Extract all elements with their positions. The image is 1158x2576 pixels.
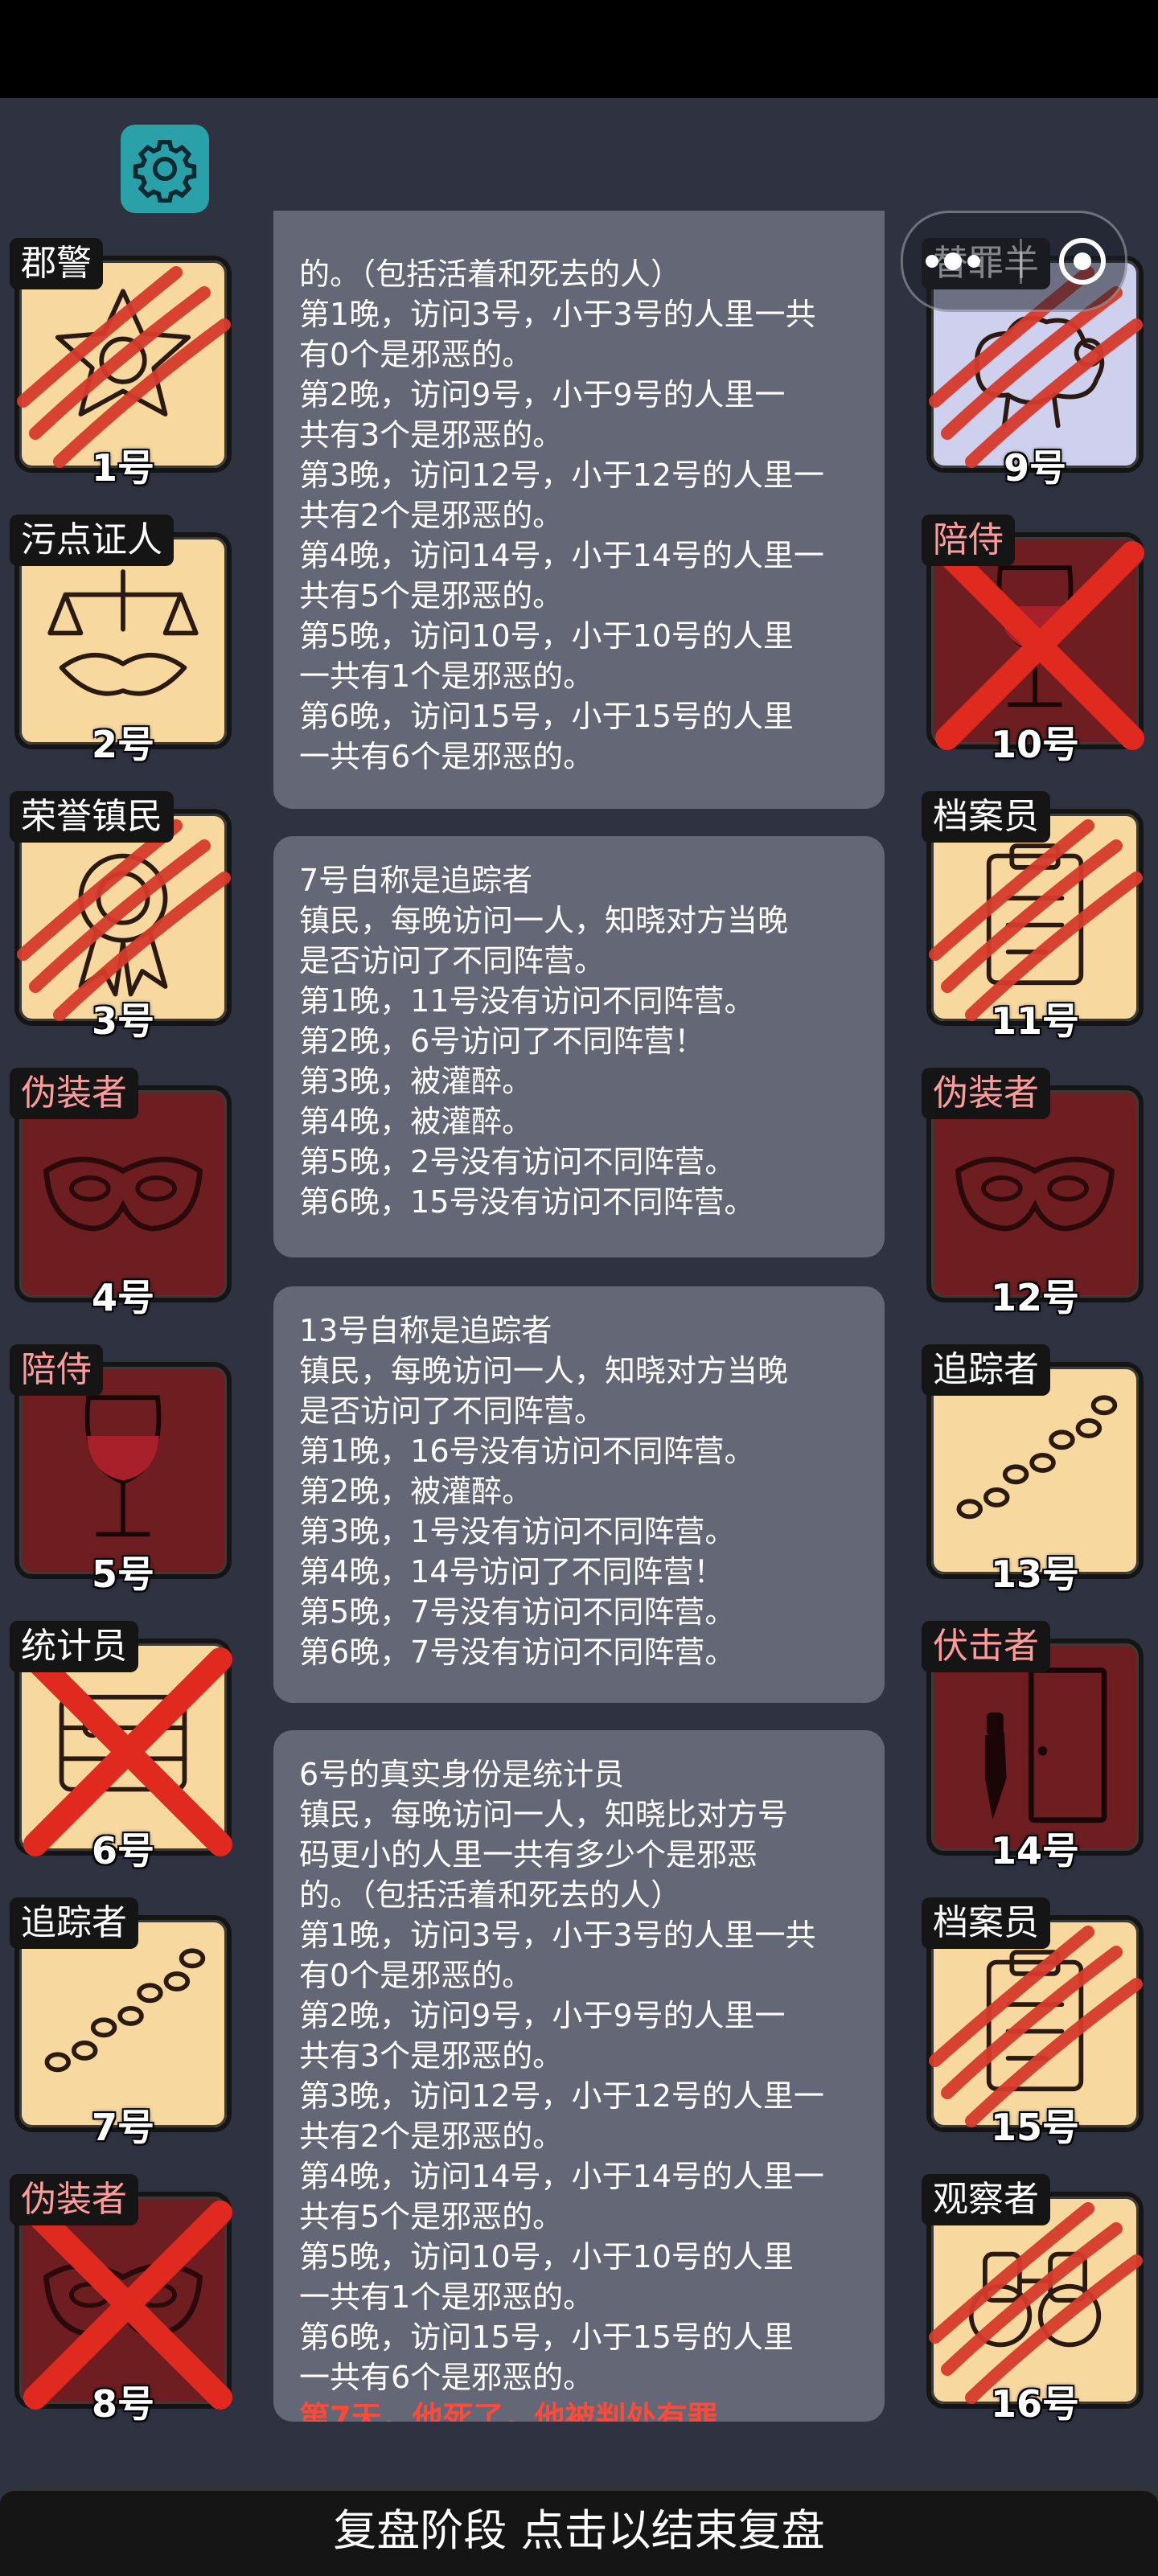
message-line: 的。（包括活着和死去的人）: [299, 1877, 682, 1913]
message-box: 6号的真实身份是统计员镇民，每晚访问一人，知晓比对方号 码更小的人里一共有多少个是…: [273, 1730, 885, 2422]
message-line: 共有3个是邪恶的。: [299, 2038, 564, 2074]
message-line: 第3晚，1号没有访问不同阵营。: [299, 1514, 736, 1549]
message-line: 第6晚，7号没有访问不同阵营。: [299, 1635, 736, 1670]
review-log: 的。（包括活着和死去的人） 第1晚，访问3号，小于3号的人里一共 有0个是邪恶的。第…: [0, 0, 1158, 2573]
message-line: 第6晚，15号没有访问不同阵营。: [299, 1184, 755, 1220]
close-target-icon[interactable]: [1057, 236, 1108, 287]
message-box: 7号自称是追踪者镇民，每晚访问一人，知晓对方当晚 是否访问了不同阵营。第1晚，11…: [273, 836, 885, 1257]
message-line: 有0个是邪恶的。: [299, 1958, 533, 1993]
message-line: 共有3个是邪恶的。: [299, 417, 564, 453]
message-line: 第1晚，访问3号，小于3号的人里一共: [299, 1918, 816, 1953]
message-line: 码更小的人里一共有多少个是邪恶: [299, 1837, 758, 1873]
message-line: 镇民，每晚访问一人，知晓对方当晚: [299, 1353, 789, 1388]
message-line: 一共有1个是邪恶的。: [299, 2279, 594, 2315]
message-line: 第2晚，被灌醉。: [299, 1474, 533, 1509]
message-line: 第3晚，被灌醉。: [299, 1064, 533, 1099]
more-icon[interactable]: [921, 249, 985, 273]
message-line: 的。（包括活着和死去的人）: [299, 256, 682, 292]
message-line: 第6晚，访问15号，小于15号的人里: [299, 699, 794, 734]
message-line: 第3晚，访问12号，小于12号的人里一: [299, 2078, 824, 2114]
message-line: 第4晚，访问14号，小于14号的人里一: [299, 2159, 824, 2194]
message-line: 是否访问了不同阵营。: [299, 943, 606, 978]
message-line: 一共有6个是邪恶的。: [299, 2360, 594, 2395]
message-line: 13号自称是追踪者: [299, 1313, 552, 1348]
message-line: 6号的真实身份是统计员: [299, 1757, 625, 1792]
menu-capsule[interactable]: [901, 211, 1127, 312]
message-line: 第4晚，访问14号，小于14号的人里一: [299, 538, 824, 573]
message-line: 第2晚，6号访问了不同阵营！: [299, 1023, 705, 1059]
message-line: 第1晚，16号没有访问不同阵营。: [299, 1434, 755, 1469]
message-line: 第3晚，访问12号，小于12号的人里一: [299, 457, 824, 493]
message-line: 镇民，每晚访问一人，知晓比对方号: [299, 1797, 789, 1832]
message-line: 一共有6个是邪恶的。: [299, 739, 594, 774]
message-line: 共有2个是邪恶的。: [299, 498, 564, 533]
message-line: 第5晚，2号没有访问不同阵营。: [299, 1144, 736, 1179]
message-line: 第2晚，访问9号，小于9号的人里一: [299, 1998, 786, 2033]
message-line: 第4晚，14号访问了不同阵营！: [299, 1554, 725, 1589]
message-line: 第5晚，访问10号，小于10号的人里: [299, 2239, 794, 2275]
message-line: 第4晚，被灌醉。: [299, 1104, 533, 1139]
message-line: 第6晚，访问15号，小于15号的人里: [299, 2320, 794, 2355]
message-line: 第1晚，11号没有访问不同阵营。: [299, 983, 755, 1019]
end-review-button[interactable]: 复盘阶段 点击以结束复盘: [0, 2488, 1158, 2576]
message-line: 共有5个是邪恶的。: [299, 2199, 564, 2234]
message-line: 第2晚，访问9号，小于9号的人里一: [299, 377, 786, 412]
message-line: 一共有1个是邪恶的。: [299, 658, 594, 694]
message-line: 有0个是邪恶的。: [299, 337, 533, 372]
message-line: 镇民，每晚访问一人，知晓对方当晚: [299, 903, 789, 938]
message-line: 第5晚，7号没有访问不同阵营。: [299, 1594, 736, 1630]
message-line: 是否访问了不同阵营。: [299, 1393, 606, 1429]
message-box: 的。（包括活着和死去的人） 第1晚，访问3号，小于3号的人里一共 有0个是邪恶的。第…: [273, 211, 885, 809]
message-line: 第1晚，访问3号，小于3号的人里一共: [299, 297, 816, 332]
message-line: 共有2个是邪恶的。: [299, 2119, 564, 2154]
message-verdict: 第7天，他死了，他被判处有罪: [299, 2400, 718, 2422]
message-box: 13号自称是追踪者镇民，每晚访问一人，知晓对方当晚 是否访问了不同阵营。第1晚，1…: [273, 1286, 885, 1703]
message-line: 第5晚，访问10号，小于10号的人里: [299, 618, 794, 654]
message-line: 共有5个是邪恶的。: [299, 578, 564, 613]
message-line: 7号自称是追踪者: [299, 863, 533, 898]
